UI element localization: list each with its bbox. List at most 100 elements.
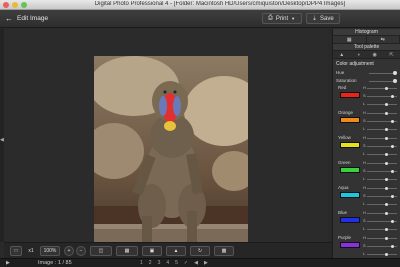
next-image-icon[interactable]: ▶ [204,260,208,266]
minimize-window-button[interactable] [12,2,18,8]
slider-knob[interactable] [385,227,388,231]
slider-knob[interactable] [391,219,394,223]
color-swatch[interactable] [340,142,360,148]
zoom-out-button[interactable]: − [76,246,86,256]
highlight-warning-button[interactable]: ▲ [166,246,186,256]
color-adjust-icon[interactable]: ◉ [373,52,377,58]
color-h-slider[interactable] [367,211,397,215]
slider-knob[interactable] [385,161,388,165]
check-mark-icon[interactable]: ✓ [184,260,188,266]
color-swatch[interactable] [340,117,360,123]
color-channel-green: Green H S L [333,160,400,185]
display-options-button[interactable]: ▩ [214,246,234,256]
slider-knob[interactable] [385,236,388,240]
warning-icon: ▲ [173,248,179,254]
saturation-slider-knob[interactable] [392,79,397,83]
zoom-in-button[interactable]: + [64,246,74,256]
color-h-slider[interactable] [367,186,397,190]
color-h-slider[interactable] [367,136,397,140]
slider-knob[interactable] [391,169,394,173]
grid-button[interactable]: ▦ [116,246,138,256]
color-s-slider[interactable] [367,119,397,123]
color-swatch[interactable] [340,192,360,198]
color-swatch[interactable] [340,217,360,223]
color-swatch[interactable] [340,242,360,248]
rotate-button[interactable]: ↻ [190,246,210,256]
slider-knob[interactable] [391,144,394,148]
hue-slider[interactable] [369,71,397,75]
color-l-slider[interactable] [367,252,397,256]
color-h-slider[interactable] [367,161,397,165]
color-l-slider[interactable] [367,177,397,181]
rating-5-icon[interactable]: 5 [175,260,178,266]
color-s-slider[interactable] [367,244,397,248]
color-h-slider[interactable] [367,236,397,240]
color-s-slider[interactable] [367,169,397,173]
tab-rgb[interactable]: ▦ [333,36,367,43]
rating-2-icon[interactable]: 2 [149,260,152,266]
slider-knob[interactable] [385,211,388,215]
back-arrow-icon[interactable]: ← [5,14,13,23]
preview-photo[interactable] [94,56,248,267]
color-l-slider[interactable] [367,102,397,106]
tone-adjust-icon[interactable]: ◑ [357,52,360,58]
slider-knob[interactable] [391,244,394,248]
color-l-slider[interactable] [367,202,397,206]
print-label: Print [275,15,289,22]
image-canvas[interactable] [4,29,328,267]
color-s-slider[interactable] [367,144,397,148]
slider-knob[interactable] [391,194,394,198]
tab-lens[interactable]: ⇆ [367,36,400,43]
slider-knob[interactable] [385,102,388,106]
basic-adjust-icon[interactable]: ▲ [339,52,344,58]
color-swatch[interactable] [340,167,360,173]
slider-knob[interactable] [385,86,388,90]
hue-slider-knob[interactable] [392,71,397,75]
thumbnail-toggle-icon[interactable]: ▶ [6,260,10,266]
crop-icon[interactable]: ⇱ [389,52,393,58]
mandrill-photo [94,56,248,267]
rating-bar: 1 2 3 4 5 ✓ ◀ ▶ [140,260,208,266]
zoom-select[interactable]: 100% [40,246,60,256]
rating-3-icon[interactable]: 3 [158,260,161,266]
slider-knob[interactable] [385,177,388,181]
color-h-slider[interactable] [367,86,397,90]
rating-1-icon[interactable]: 1 [140,260,143,266]
hsl-label: H [363,160,366,165]
hsl-label: H [363,185,366,190]
color-s-slider[interactable] [367,219,397,223]
af-points-button[interactable]: ▣ [142,246,162,256]
hsl-label: L [363,201,366,206]
color-l-slider[interactable] [367,227,397,231]
color-s-slider[interactable] [367,194,397,198]
zoom-window-button[interactable] [21,2,27,8]
color-l-slider[interactable] [367,127,397,131]
slider-knob[interactable] [385,111,388,115]
slider-knob[interactable] [391,119,394,123]
hue-row: Hue [333,69,400,77]
slider-knob[interactable] [385,202,388,206]
hue-label: Hue [336,70,345,75]
af-icon: ▣ [149,248,155,254]
color-s-slider[interactable] [367,94,397,98]
color-swatch[interactable] [340,92,360,98]
saturation-slider[interactable] [369,79,397,83]
previous-image-icon[interactable]: ◀ [194,260,198,266]
slider-knob[interactable] [385,186,388,190]
print-button[interactable]: ⎙ Print ▼ [262,13,302,24]
histogram-header[interactable]: Histogram [333,29,400,36]
slider-knob[interactable] [385,127,388,131]
slider-knob[interactable] [391,94,394,98]
color-l-slider[interactable] [367,152,397,156]
fit-screen-button[interactable]: □ [10,246,22,256]
slider-knob[interactable] [385,136,388,140]
close-window-button[interactable] [3,2,9,8]
rating-4-icon[interactable]: 4 [166,260,169,266]
fit-label: x1 [28,248,34,254]
edit-image-nav[interactable]: ← Edit Image [5,14,48,23]
slider-knob[interactable] [385,152,388,156]
save-button[interactable]: ⇣ Save [306,13,340,24]
slider-knob[interactable] [385,252,388,256]
color-h-slider[interactable] [367,111,397,115]
compare-button[interactable]: ◫ [90,246,112,256]
